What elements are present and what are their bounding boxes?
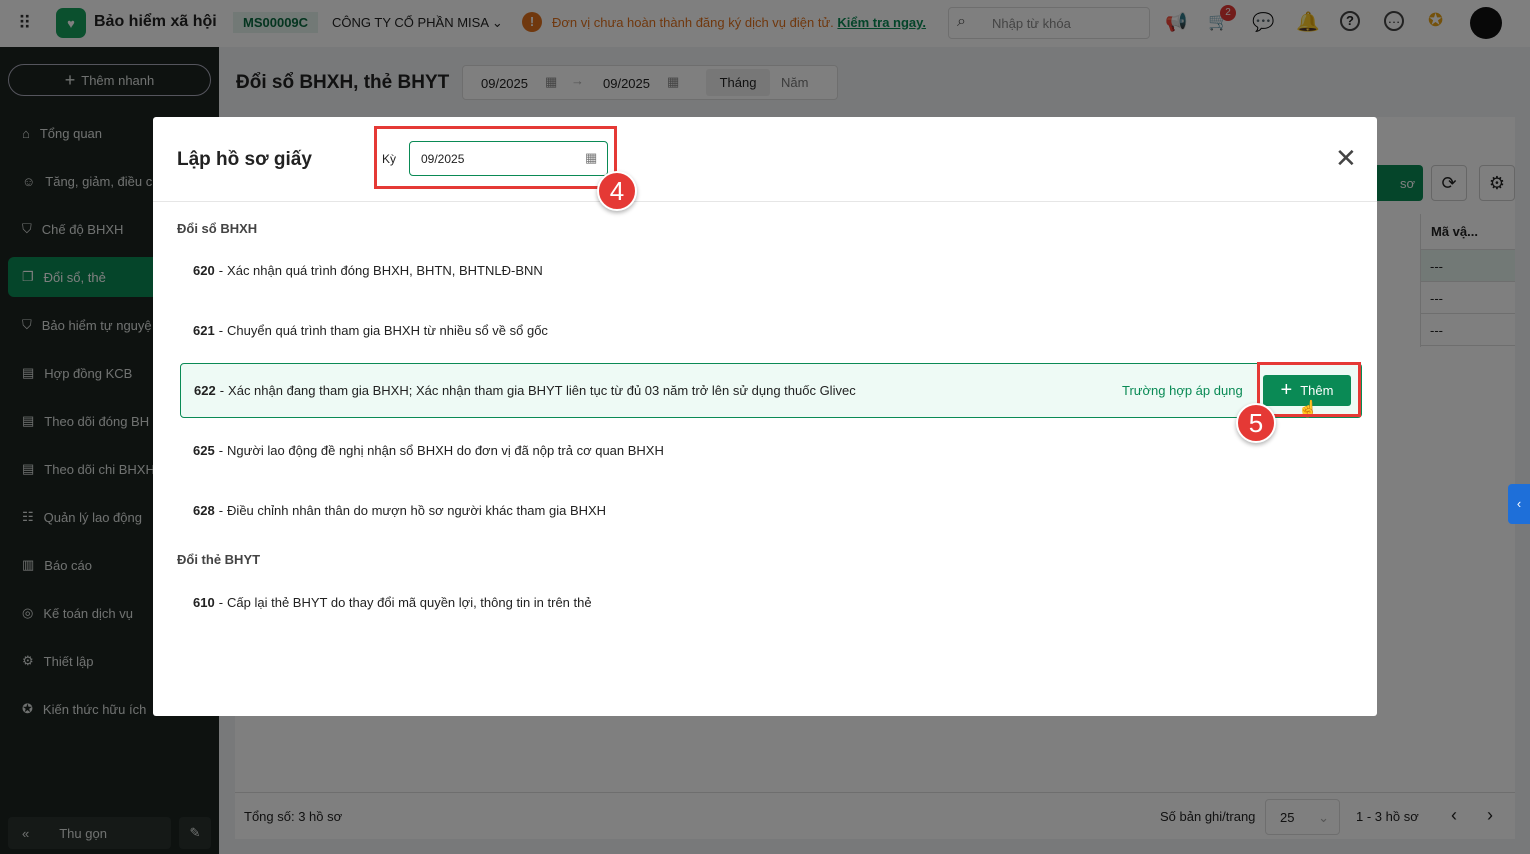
dossier-item[interactable]: 620- Xác nhận quá trình đóng BHXH, BHTN, …	[180, 243, 1362, 298]
dialog-title: Lập hồ sơ giấy	[177, 149, 312, 170]
dossier-text: Xác nhận quá trình đóng BHXH, BHTN, BHTN…	[227, 263, 543, 278]
dossier-code: 628	[193, 503, 215, 518]
dossier-code: 620	[193, 263, 215, 278]
step-4-badge: 4	[597, 171, 637, 211]
separator: -	[218, 443, 224, 458]
dossier-code: 622	[194, 383, 216, 398]
separator: -	[218, 263, 224, 278]
close-icon[interactable]: ✕	[1335, 143, 1357, 174]
separator: -	[218, 503, 224, 518]
separator: -	[219, 383, 225, 398]
dossier-item[interactable]: 621- Chuyển quá trình tham gia BHXH từ nh…	[180, 303, 1362, 358]
section-title: Đổi sổ BHXH	[177, 221, 258, 236]
annotation-box-4	[374, 126, 617, 189]
dossier-text: Cấp lại thẻ BHYT do thay đổi mã quyền lợ…	[227, 595, 592, 610]
annotation-box-5	[1257, 362, 1361, 417]
dossier-text: Người lao động đề nghị nhận sổ BHXH do đ…	[227, 443, 664, 458]
dossier-code: 621	[193, 323, 215, 338]
dossier-code: 625	[193, 443, 215, 458]
dossier-text: Chuyển quá trình tham gia BHXH từ nhiều …	[227, 323, 548, 338]
dossier-item[interactable]: 625- Người lao động đề nghị nhận sổ BHXH …	[180, 423, 1362, 478]
step-5-badge: 5	[1236, 403, 1276, 443]
create-paper-dossier-dialog: Lập hồ sơ giấy Kỳ 09/2025 ▦ ✕ Đổi sổ BHX…	[153, 117, 1377, 716]
dossier-text: Xác nhận đang tham gia BHXH; Xác nhận th…	[228, 383, 856, 398]
dossier-code: 610	[193, 595, 215, 610]
dossier-item[interactable]: 610- Cấp lại thẻ BHYT do thay đổi mã quyề…	[180, 575, 1362, 630]
dossier-item[interactable]: 628- Điều chỉnh nhân thân do mượn hồ sơ n…	[180, 483, 1362, 538]
separator: -	[218, 323, 224, 338]
separator: -	[218, 595, 224, 610]
section-title: Đổi thẻ BHYT	[177, 552, 261, 567]
applicable-cases-link[interactable]: Trường hợp áp dụng	[1122, 383, 1243, 398]
dossier-text: Điều chỉnh nhân thân do mượn hồ sơ người…	[227, 503, 607, 518]
divider	[153, 201, 1377, 202]
side-panel-toggle[interactable]: ‹	[1508, 484, 1530, 524]
